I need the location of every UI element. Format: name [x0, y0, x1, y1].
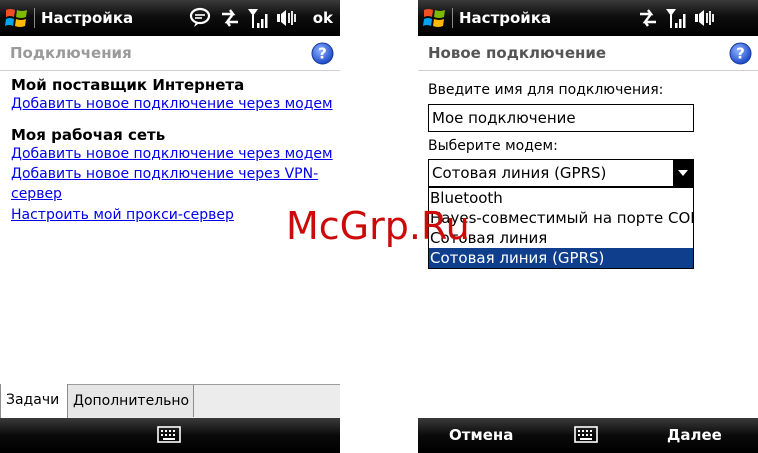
tab-bar: Задачи Дополнительно	[0, 384, 340, 419]
link-proxy-settings[interactable]: Настроить мой прокси-сервер	[11, 207, 234, 223]
window-title: Настройка	[41, 9, 134, 27]
signal-strength-icon[interactable]	[247, 7, 271, 29]
speaker-icon[interactable]	[276, 7, 300, 29]
link-isp-add-modem[interactable]: Добавить новое подключение через модем	[11, 96, 333, 112]
title-bar: Настройка	[418, 0, 758, 36]
title-separator	[452, 8, 453, 28]
modem-select[interactable]: Сотовая линия (GPRS)	[428, 159, 694, 187]
windows-flag-icon[interactable]	[4, 6, 30, 30]
chevron-down-icon[interactable]	[673, 160, 693, 186]
svg-text:?: ?	[318, 45, 327, 63]
help-icon[interactable]: ?	[729, 42, 752, 65]
softkey-bar	[0, 418, 340, 453]
page-title: Новое подключение	[428, 44, 607, 62]
speech-bubble-icon[interactable]	[188, 7, 212, 29]
section-title-isp: Мой поставщик Интернета	[11, 76, 245, 94]
windows-flag-icon[interactable]	[422, 6, 448, 30]
softkey-bar: Отмена Далее	[418, 418, 758, 453]
connection-name-label: Введите имя для подключения:	[428, 82, 664, 98]
section-title-work-network: Моя рабочая сеть	[11, 126, 166, 144]
help-icon[interactable]: ?	[311, 42, 334, 65]
link-work-add-vpn[interactable]: Добавить новое подключение через VPN-	[11, 166, 318, 182]
title-bar: Настройка ok	[0, 0, 340, 36]
next-button[interactable]: Далее	[667, 426, 722, 444]
link-work-add-vpn-continued[interactable]: сервер	[11, 186, 62, 202]
ok-button[interactable]: ok	[313, 9, 333, 27]
tab-tasks[interactable]: Задачи	[0, 384, 68, 418]
link-work-add-modem[interactable]: Добавить новое подключение через модем	[11, 146, 333, 162]
watermark: McGrp.Ru	[286, 204, 470, 248]
page-header: Подключения ?	[0, 36, 340, 71]
cancel-button[interactable]: Отмена	[449, 426, 513, 444]
arrows-exchange-icon[interactable]	[219, 7, 241, 29]
page-header: Новое подключение ?	[418, 36, 758, 71]
modem-option-cellular-gprs[interactable]: Сотовая линия (GPRS)	[429, 248, 693, 268]
keyboard-icon[interactable]	[574, 426, 598, 444]
window-title: Настройка	[459, 9, 552, 27]
modem-selected-value: Сотовая линия (GPRS)	[432, 164, 607, 182]
title-separator	[34, 8, 35, 28]
connection-name-input[interactable]: Мое подключение	[428, 104, 694, 132]
speaker-icon[interactable]	[694, 7, 718, 29]
keyboard-icon[interactable]	[157, 426, 181, 444]
arrows-exchange-icon[interactable]	[637, 7, 659, 29]
page-title: Подключения	[10, 44, 132, 62]
tab-advanced[interactable]: Дополнительно	[68, 385, 194, 417]
signal-strength-icon[interactable]	[665, 7, 689, 29]
modem-label: Выберите модем:	[428, 138, 558, 154]
svg-text:?: ?	[736, 45, 745, 63]
